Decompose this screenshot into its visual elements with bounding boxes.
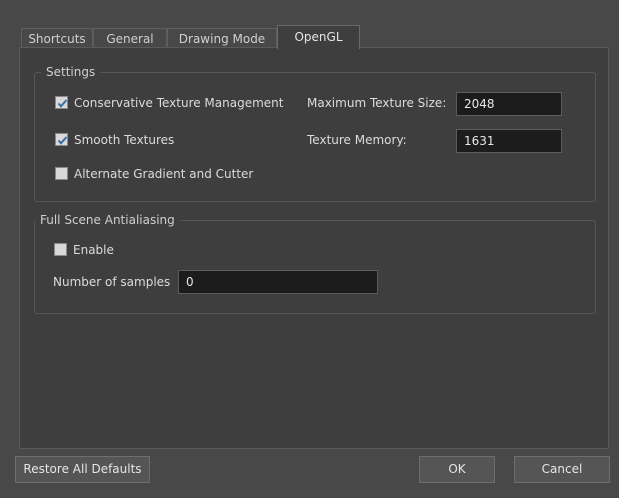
number-of-samples-label: Number of samples — [53, 275, 171, 289]
texture-memory-input[interactable]: 1631 — [456, 129, 562, 153]
settings-group-title: Settings — [41, 64, 101, 80]
antialiasing-group: Full Scene Antialiasing Enable Number of… — [34, 212, 596, 314]
opengl-panel: Settings Conservative Texture Management… — [19, 47, 609, 449]
checkbox-checked-icon[interactable] — [55, 96, 68, 109]
antialiasing-group-title: Full Scene Antialiasing — [35, 212, 180, 228]
ok-button[interactable]: OK — [419, 456, 495, 483]
settings-group: Settings Conservative Texture Management… — [34, 64, 596, 202]
checkbox-unchecked-icon[interactable] — [54, 243, 67, 256]
number-of-samples-input[interactable]: 0 — [178, 270, 378, 294]
checkbox-unchecked-icon[interactable] — [55, 167, 68, 180]
restore-all-defaults-button[interactable]: Restore All Defaults — [15, 456, 150, 483]
tab-general[interactable]: General — [93, 28, 167, 48]
max-texture-size-label: Maximum Texture Size: — [307, 96, 447, 110]
cancel-button[interactable]: Cancel — [514, 456, 610, 483]
checkbox-checked-icon[interactable] — [55, 133, 68, 146]
tab-drawing-mode[interactable]: Drawing Mode — [167, 28, 277, 48]
tab-shortcuts[interactable]: Shortcuts — [21, 28, 93, 48]
max-texture-size-input[interactable]: 2048 — [456, 92, 562, 116]
texture-memory-label: Texture Memory: — [307, 133, 407, 147]
tab-opengl[interactable]: OpenGL — [277, 25, 360, 49]
